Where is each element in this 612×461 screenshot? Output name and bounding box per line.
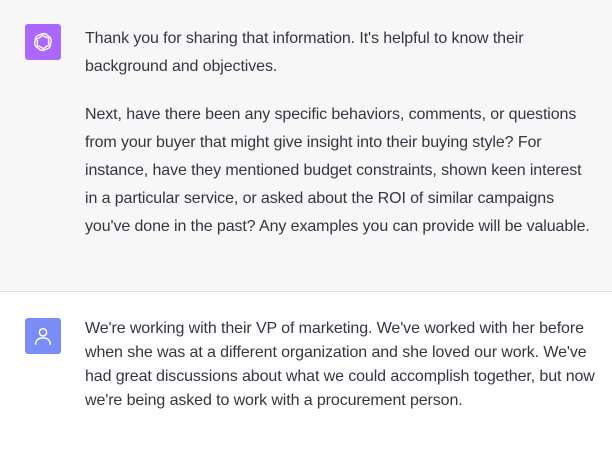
user-icon	[25, 318, 61, 354]
openai-logo-icon	[25, 24, 61, 60]
user-message-paragraph: We're working with their VP of marketing…	[85, 320, 595, 409]
assistant-message-text: Thank you for sharing that information. …	[85, 25, 595, 241]
user-message-text: We're working with their VP of marketing…	[85, 317, 595, 413]
assistant-paragraph-1: Thank you for sharing that information. …	[85, 30, 524, 75]
assistant-message: Thank you for sharing that information. …	[0, 0, 612, 292]
user-message: We're working with their VP of marketing…	[0, 292, 612, 461]
assistant-paragraph-2: Next, have there been any specific behav…	[85, 106, 590, 235]
